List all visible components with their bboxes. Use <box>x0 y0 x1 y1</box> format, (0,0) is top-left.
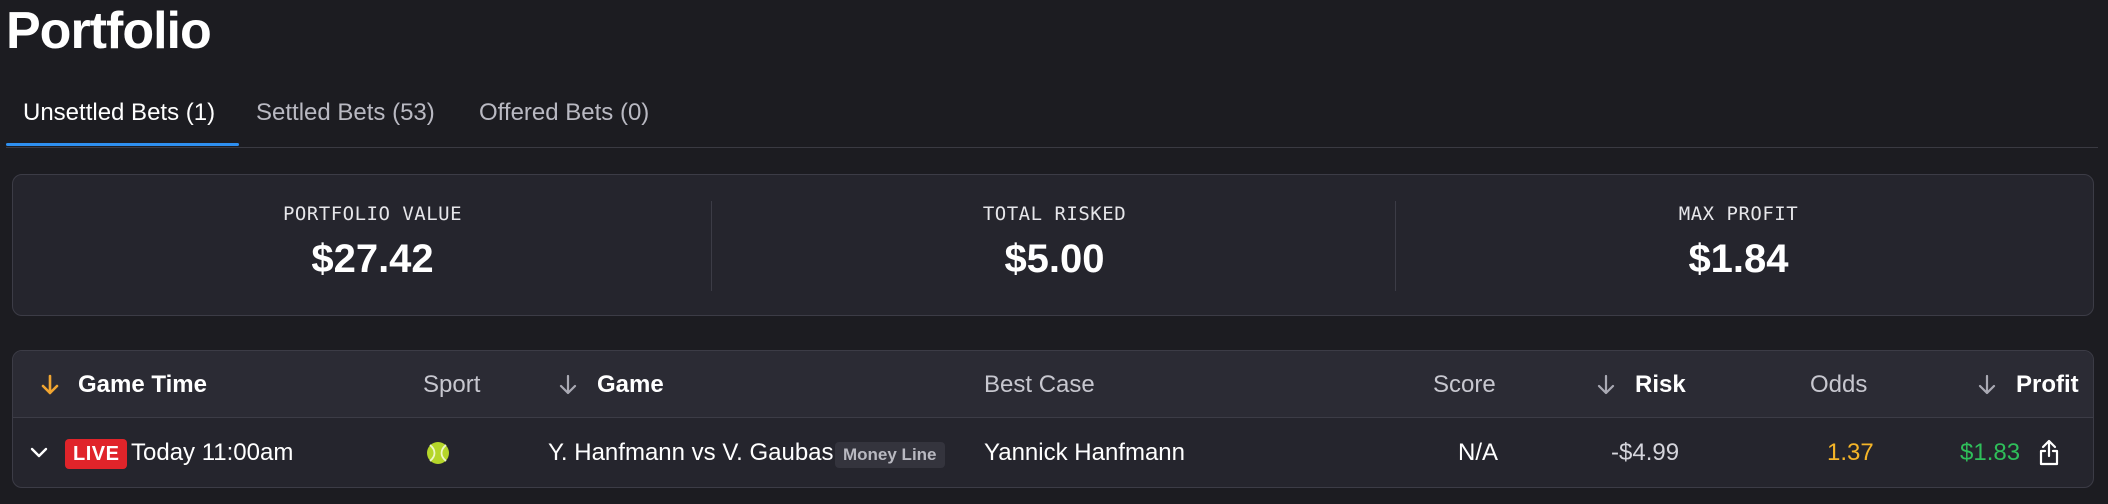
max-profit-amount: $1.84 <box>1688 237 1789 281</box>
column-header-score[interactable]: Score <box>1433 351 1496 418</box>
sort-arrow-down-icon[interactable] <box>557 373 579 397</box>
odds-cell: 1.37 <box>1827 439 1874 466</box>
sort-arrow-down-icon[interactable] <box>1595 373 1617 397</box>
column-header-odds[interactable]: Odds <box>1810 351 1867 418</box>
game-cell: Y. Hanfmann vs V. Gaubas <box>548 439 834 466</box>
max-profit-stat: MAX PROFIT $1.84 <box>1397 175 2080 317</box>
tab-unsettled-bets[interactable]: Unsettled Bets (1) <box>23 92 215 146</box>
table-row[interactable]: LIVE Today 11:00am Y. Hanfmann vs V. Gau… <box>13 419 2093 487</box>
table-header-row: Game Time Sport Game Best Case Score Ris… <box>13 351 2093 418</box>
column-header-sport[interactable]: Sport <box>423 351 480 418</box>
share-icon[interactable] <box>2037 439 2061 467</box>
bets-table: Game Time Sport Game Best Case Score Ris… <box>12 350 2094 488</box>
total-risked-stat: TOTAL RISKED $5.00 <box>713 175 1396 317</box>
live-badge: LIVE <box>65 439 128 469</box>
total-risked-label: TOTAL RISKED <box>982 203 1127 225</box>
tab-offered-bets[interactable]: Offered Bets (0) <box>479 92 649 146</box>
game-time-cell: Today 11:00am <box>131 439 294 466</box>
total-risked-amount: $5.00 <box>1004 237 1105 281</box>
stat-divider <box>1395 201 1396 291</box>
stat-divider <box>711 201 712 291</box>
sort-arrow-down-icon[interactable] <box>1976 373 1998 397</box>
max-profit-label: MAX PROFIT <box>1678 203 1799 225</box>
tab-settled-bets[interactable]: Settled Bets (53) <box>256 92 435 146</box>
portfolio-summary-card: PORTFOLIO VALUE $27.42 TOTAL RISKED $5.0… <box>12 174 2094 316</box>
portfolio-value-stat: PORTFOLIO VALUE $27.42 <box>31 175 714 317</box>
sort-arrow-down-icon[interactable] <box>39 373 61 397</box>
portfolio-value-amount: $27.42 <box>311 237 434 281</box>
portfolio-value-label: PORTFOLIO VALUE <box>282 203 463 225</box>
column-header-game[interactable]: Game <box>597 351 664 418</box>
best-case-cell: Yannick Hanfmann <box>984 439 1185 466</box>
tennis-ball-icon <box>427 442 449 464</box>
tab-bar: Unsettled Bets (1) Settled Bets (53) Off… <box>6 92 2098 148</box>
column-header-risk[interactable]: Risk <box>1635 351 1686 418</box>
risk-cell: -$4.99 <box>1611 439 1680 466</box>
column-header-best-case[interactable]: Best Case <box>984 351 1095 418</box>
market-type-badge: Money Line <box>835 442 945 468</box>
column-header-profit[interactable]: Profit <box>2016 351 2079 418</box>
active-tab-indicator <box>6 143 239 146</box>
column-header-game-time[interactable]: Game Time <box>78 351 207 418</box>
page-title: Portfolio <box>6 2 212 60</box>
profit-cell: $1.83 <box>1960 439 2021 466</box>
chevron-down-icon[interactable] <box>29 445 49 461</box>
score-cell: N/A <box>1458 439 1499 466</box>
